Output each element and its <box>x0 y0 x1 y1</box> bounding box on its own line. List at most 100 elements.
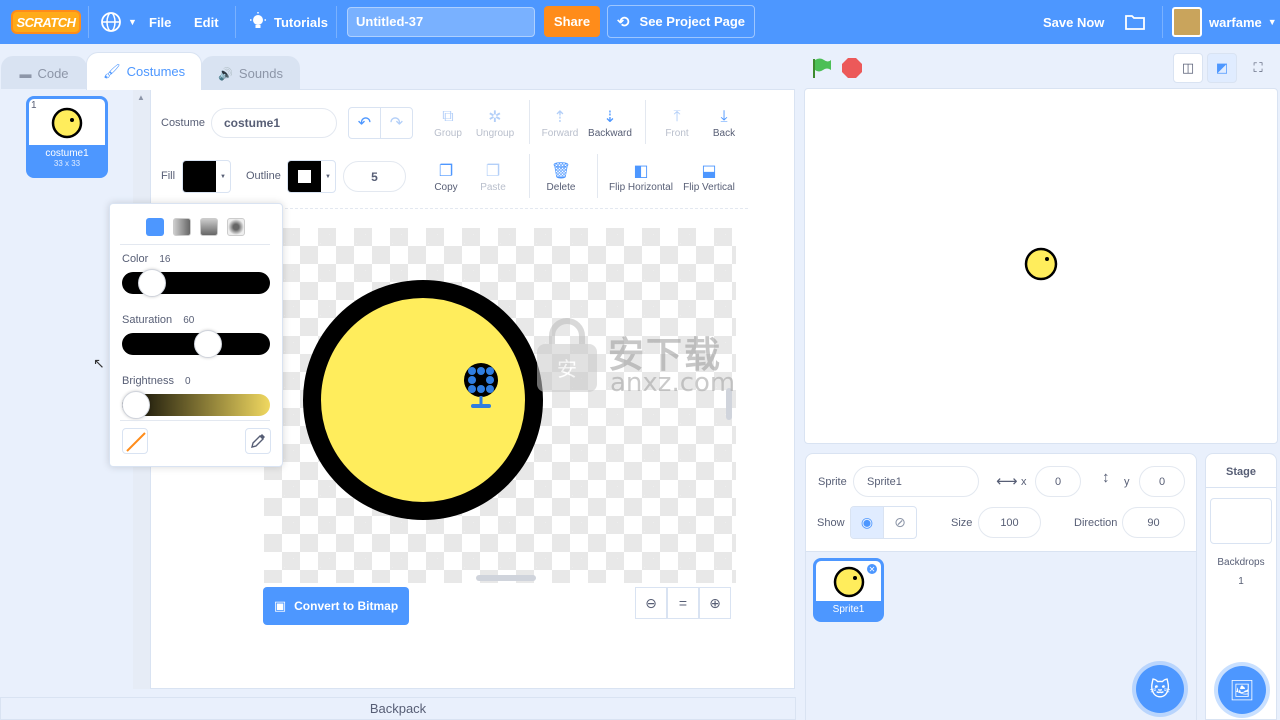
arrow-down-icon: ⇣ <box>603 109 617 126</box>
folder-icon <box>1125 15 1145 30</box>
popover-divider <box>120 244 270 245</box>
backpack-bar[interactable]: Backpack <box>0 697 796 720</box>
costume-tile-name: costume1 <box>45 148 89 159</box>
stage-selector[interactable]: Stage Backdrops 1 🖼 <box>1205 453 1277 720</box>
fullscreen-button[interactable]: ⛶ <box>1243 53 1273 83</box>
account-menu[interactable]: warfame ▼ <box>1209 0 1277 44</box>
backward-button[interactable]: ⇣ Backward <box>575 106 645 139</box>
horizontal-gradient-button[interactable] <box>173 218 191 236</box>
radial-gradient-button[interactable] <box>227 218 245 236</box>
delete-sprite-button[interactable]: ✕ <box>865 562 879 576</box>
show-hidden-button[interactable]: ⊘ <box>884 507 916 538</box>
undo-button[interactable]: ↶ <box>349 108 381 138</box>
flip-horizontal-button[interactable]: ◧ Flip Horizontal <box>606 160 676 193</box>
choose-sprite-button[interactable]: 🐱 <box>1136 665 1184 713</box>
outline-width-input[interactable]: 5 <box>343 161 406 192</box>
project-title-input[interactable]: Untitled-37 <box>347 7 535 37</box>
sprite-list: Sprite1 ✕ 🐱 <box>806 552 1196 720</box>
vertical-gradient-button[interactable] <box>200 218 218 236</box>
sprite-pane: Sprite Sprite1 ⟷ x 0 ↕ y 0 Show ◉ ⊘ Size… <box>805 453 1197 720</box>
costume-label: Costume <box>161 117 206 129</box>
small-stage-button[interactable]: ◫ <box>1173 53 1203 83</box>
back-button[interactable]: ⤓ Back <box>689 106 759 139</box>
share-button[interactable]: Share <box>544 6 600 37</box>
ungroup-button[interactable]: ✲ Ungroup <box>460 106 530 139</box>
stage[interactable] <box>804 88 1278 444</box>
green-flag-icon <box>813 58 831 78</box>
tutorials-menu[interactable]: Tutorials <box>248 0 328 44</box>
tab-code[interactable]: ▬ Code <box>1 56 87 90</box>
tab-costumes-label: Costumes <box>126 64 186 79</box>
my-stuff-button[interactable] <box>1124 0 1146 44</box>
stop-button[interactable] <box>839 55 865 81</box>
fullscreen-icon: ⛶ <box>1253 60 1263 75</box>
stage-pane-divider <box>1206 487 1276 488</box>
menu-divider <box>88 6 89 38</box>
fill-swatch <box>183 161 216 192</box>
show-toggle-group: ◉ ⊘ <box>850 506 917 539</box>
direction-label: Direction <box>1074 517 1118 529</box>
costume-name-input[interactable]: costume1 <box>211 108 337 138</box>
zoom-in-button[interactable]: ⊕ <box>699 587 731 619</box>
flip-vertical-button[interactable]: ⬓ Flip Vertical <box>674 160 744 193</box>
outline-label: Outline <box>246 170 281 182</box>
costume-tile[interactable]: costume1 33 x 33 <box>26 96 108 178</box>
choose-backdrop-button[interactable]: 🖼 <box>1218 666 1266 714</box>
show-label: Show <box>817 517 845 529</box>
backdrop-thumbnail[interactable] <box>1210 498 1272 544</box>
close-icon: ✕ <box>868 564 876 574</box>
avatar[interactable] <box>1172 7 1202 37</box>
no-color-button[interactable] <box>122 428 148 454</box>
saturation-slider-header: Saturation 60 <box>122 314 194 326</box>
zoom-reset-button[interactable]: = <box>667 587 699 619</box>
horizontal-arrows-icon: ⟷ <box>996 473 1018 490</box>
delete-button[interactable]: 🗑 Delete <box>526 160 596 193</box>
stage-sprite[interactable] <box>805 89 1279 445</box>
file-menu[interactable]: File <box>149 0 171 44</box>
large-stage-button[interactable]: ◩ <box>1207 53 1237 83</box>
canvas-horizontal-scrollbar[interactable] <box>476 575 536 581</box>
trash-icon: 🗑 <box>550 163 572 180</box>
brightness-slider-knob[interactable] <box>122 391 150 419</box>
backdrops-label: Backdrops <box>1217 557 1265 568</box>
y-input[interactable]: 0 <box>1139 466 1185 497</box>
zoom-out-button[interactable]: ⊖ <box>635 587 667 619</box>
x-input[interactable]: 0 <box>1035 466 1081 497</box>
solid-fill-button[interactable] <box>146 218 164 236</box>
sprite-name-input[interactable]: Sprite1 <box>853 466 979 497</box>
menu-divider <box>1162 6 1163 38</box>
eyedropper-button[interactable] <box>245 428 271 454</box>
see-project-page-label: See Project Page <box>639 14 746 29</box>
size-input[interactable]: 100 <box>978 507 1041 538</box>
chevron-down-icon: ▼ <box>325 173 331 180</box>
popover-divider <box>120 420 270 421</box>
paste-button[interactable]: ❐ Paste <box>458 160 528 193</box>
tab-costumes[interactable]: 🖌 Costumes <box>86 52 202 90</box>
zoom-in-icon: ⊕ <box>709 594 721 611</box>
stage-pane-title: Stage <box>1226 466 1256 478</box>
cat-icon: 🐱 <box>1149 678 1171 701</box>
show-visible-button[interactable]: ◉ <box>851 507 884 538</box>
language-menu[interactable]: ▼ <box>100 0 137 44</box>
outline-color-button[interactable]: ▼ <box>287 160 336 193</box>
scratch-logo[interactable]: SCRATCH <box>11 10 81 34</box>
green-flag-button[interactable] <box>808 55 834 81</box>
saturation-slider-knob[interactable] <box>194 330 222 358</box>
direction-input[interactable]: 90 <box>1122 507 1185 538</box>
convert-to-bitmap-button[interactable]: ▣ Convert to Bitmap <box>263 587 409 625</box>
see-project-page-button[interactable]: ⟲ See Project Page <box>607 5 755 38</box>
costume-number: 1 <box>31 100 37 111</box>
save-now-button[interactable]: Save Now <box>1043 0 1104 44</box>
color-label: Color <box>122 253 149 265</box>
brightness-value: 0 <box>185 376 191 387</box>
mouse-cursor-icon: ↖ <box>93 355 105 371</box>
edit-menu[interactable]: Edit <box>194 0 219 44</box>
undo-redo-group: ↶ ↷ <box>348 107 413 139</box>
tab-sounds[interactable]: 🔊 Sounds <box>201 56 300 90</box>
size-label: Size <box>951 517 973 529</box>
no-color-icon <box>126 432 146 452</box>
scroll-up-arrow-icon[interactable]: ▲ <box>137 93 145 102</box>
fill-color-button[interactable]: ▼ <box>182 160 231 193</box>
costume-thumbnail <box>29 99 105 145</box>
redo-button[interactable]: ↷ <box>381 108 412 138</box>
